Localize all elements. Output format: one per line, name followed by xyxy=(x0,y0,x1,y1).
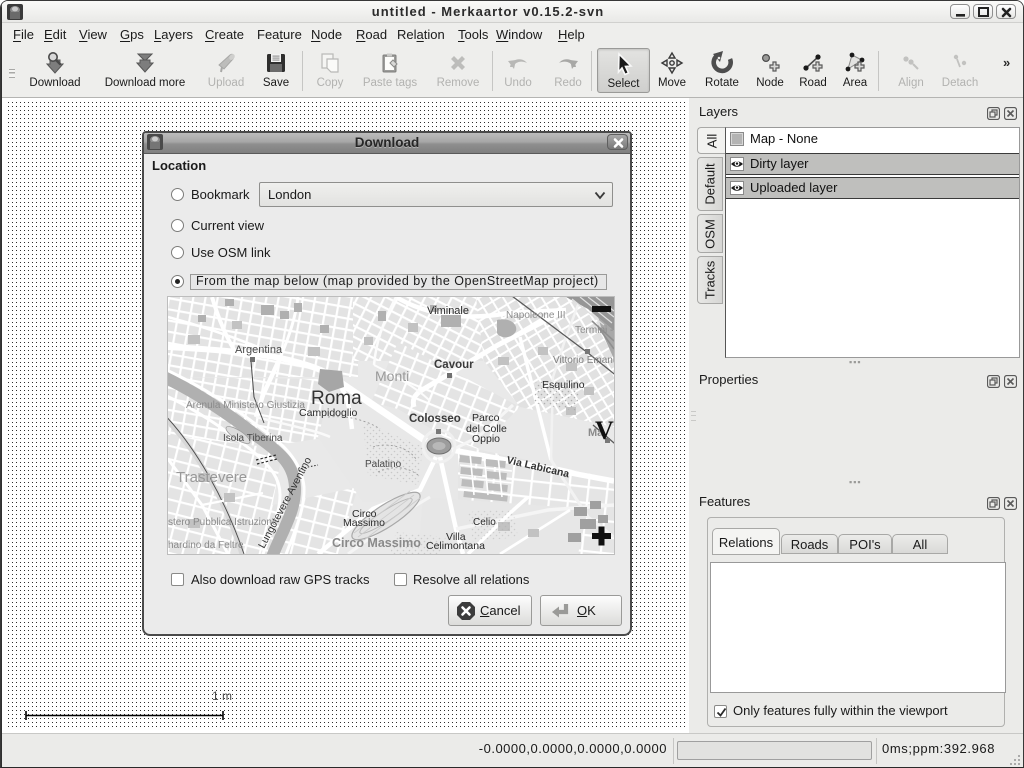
svg-text:Arenula Ministero Giustizia: Arenula Ministero Giustizia xyxy=(186,400,305,411)
svg-text:Termini - La: Termini - La xyxy=(575,325,614,336)
svg-text:Vittorio Emanuele: Vittorio Emanuele xyxy=(553,355,614,366)
svg-text:Viminale: Viminale xyxy=(427,305,469,317)
svg-text:Isola Tiberina: Isola Tiberina xyxy=(223,433,283,444)
svg-text:V: V xyxy=(595,416,614,445)
svg-text:Monti: Monti xyxy=(375,368,409,384)
svg-text:Colosseo: Colosseo xyxy=(409,413,461,425)
svg-text:Esquilino: Esquilino xyxy=(542,379,585,391)
svg-text:Oppio: Oppio xyxy=(472,433,500,445)
svg-text:Roma: Roma xyxy=(311,388,362,409)
svg-text:Massimo: Massimo xyxy=(343,517,385,529)
svg-text:Circo Massimo: Circo Massimo xyxy=(332,536,421,550)
svg-text:Cavour: Cavour xyxy=(434,359,474,371)
svg-text:Celio: Celio xyxy=(473,517,496,528)
svg-text:Napoleone III: Napoleone III xyxy=(506,310,566,321)
svg-text:Celimontana: Celimontana xyxy=(426,540,485,552)
svg-text:Trastevere: Trastevere xyxy=(176,469,247,486)
svg-text:Palatino: Palatino xyxy=(365,459,402,470)
svg-text:stero Pubblica Istruzione: stero Pubblica Istruzione xyxy=(168,517,278,528)
svg-text:hardino da Feltre: hardino da Feltre xyxy=(168,540,244,551)
svg-text:Argentina: Argentina xyxy=(235,344,283,356)
svg-text:Campidoglio: Campidoglio xyxy=(299,407,358,419)
